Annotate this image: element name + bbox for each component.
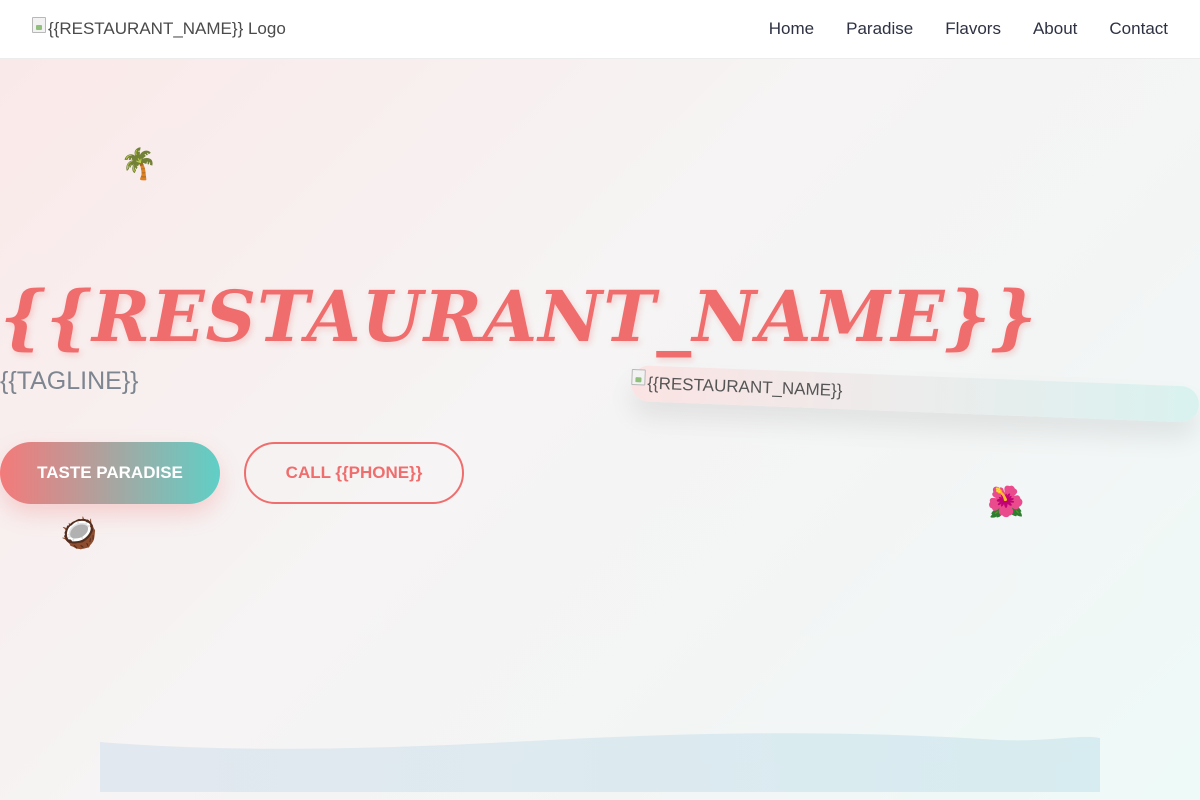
taste-paradise-button[interactable]: TASTE PARADISE (0, 442, 220, 504)
nav-link-paradise[interactable]: Paradise (846, 19, 913, 39)
nav-link-flavors[interactable]: Flavors (945, 19, 1001, 39)
hero-image-alt-text: {{RESTAURANT_NAME}} (646, 373, 843, 401)
logo-alt-text: {{RESTAURANT_NAME}} Logo (48, 19, 286, 38)
nav-link-about[interactable]: About (1033, 19, 1077, 39)
call-phone-button[interactable]: CALL {{PHONE}} (244, 442, 464, 504)
site-header: {{RESTAURANT_NAME}} Logo Home Paradise F… (0, 0, 1200, 59)
main-nav: Home Paradise Flavors About Contact (769, 19, 1168, 39)
nav-link-home[interactable]: Home (769, 19, 814, 39)
logo[interactable]: {{RESTAURANT_NAME}} Logo (32, 17, 286, 39)
palm-tree-icon: 🌴 (120, 148, 158, 181)
hero-image: {{RESTAURANT_NAME}} (630, 365, 1200, 423)
hibiscus-flower-icon: 🌺 (987, 486, 1025, 519)
hero-title: {{RESTAURANT_NAME}} (0, 275, 1038, 358)
broken-image-icon (631, 368, 646, 386)
wave-divider (100, 733, 1100, 792)
coconut-icon: 🥥 (60, 517, 98, 550)
hero-tagline: {{TAGLINE}} (0, 367, 139, 395)
broken-image-icon (32, 17, 46, 33)
nav-link-contact[interactable]: Contact (1109, 19, 1168, 39)
